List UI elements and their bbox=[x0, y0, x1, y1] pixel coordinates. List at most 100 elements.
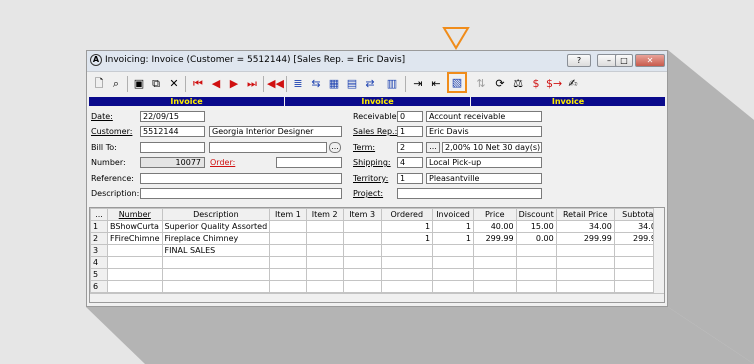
receivable-name-field[interactable]: Account receivable bbox=[426, 111, 542, 122]
table-cell[interactable] bbox=[380, 244, 434, 257]
table-cell[interactable]: 34.00 bbox=[555, 220, 615, 233]
export-icon[interactable]: ⇥ bbox=[410, 75, 426, 92]
table-cell[interactable] bbox=[305, 268, 344, 281]
table-row[interactable]: 3 FINAL SALES bbox=[90, 244, 664, 257]
column-header[interactable]: Discount bbox=[515, 208, 557, 221]
table-cell[interactable] bbox=[432, 256, 475, 269]
table-row[interactable]: 6 bbox=[90, 280, 664, 293]
table-cell[interactable] bbox=[555, 256, 615, 269]
table-cell[interactable] bbox=[342, 280, 382, 293]
table-cell[interactable] bbox=[269, 268, 307, 281]
link-icon[interactable]: ⇆ bbox=[308, 75, 324, 92]
table-cell[interactable]: 1 bbox=[380, 220, 434, 233]
table-cell[interactable] bbox=[305, 232, 344, 245]
column-header[interactable]: Number bbox=[106, 208, 163, 221]
table-row[interactable]: 4 bbox=[90, 256, 664, 269]
table-cell[interactable]: Fireplace Chimney bbox=[161, 232, 271, 245]
billto-lookup-button[interactable]: ... bbox=[329, 142, 341, 153]
customer-name-field[interactable]: Georgia Interior Designer bbox=[209, 126, 342, 137]
sign-icon[interactable]: ✍ bbox=[565, 75, 581, 92]
table-cell[interactable]: 1 bbox=[432, 220, 475, 233]
table-cell[interactable] bbox=[305, 220, 344, 233]
table-cell[interactable] bbox=[515, 256, 557, 269]
column-header[interactable]: ... bbox=[90, 208, 108, 221]
table-cell[interactable] bbox=[380, 280, 434, 293]
table-cell[interactable]: 1 bbox=[380, 232, 434, 245]
shipping-name-field[interactable]: Local Pick-up bbox=[426, 157, 542, 168]
row-number-cell[interactable]: 4 bbox=[90, 256, 108, 269]
table-cell[interactable] bbox=[473, 244, 517, 257]
table-cell[interactable] bbox=[269, 232, 307, 245]
column-header[interactable]: Item 2 bbox=[305, 208, 344, 221]
table-cell[interactable] bbox=[342, 256, 382, 269]
project-field[interactable] bbox=[397, 188, 542, 199]
previous-record-icon[interactable]: ◀ bbox=[208, 75, 224, 92]
table-cell[interactable] bbox=[380, 268, 434, 281]
receivable-code-field[interactable]: 0 bbox=[397, 111, 423, 122]
transfer-icon[interactable]: ⇄ bbox=[362, 75, 378, 92]
doc-dollar-icon[interactable]: $ bbox=[528, 75, 544, 92]
order-label[interactable]: Order: bbox=[210, 157, 235, 168]
column-header[interactable]: Description bbox=[161, 208, 271, 221]
table-row[interactable]: 1 BShowCurta Superior Quality Assorted 1 1 40… bbox=[90, 220, 664, 233]
table-cell[interactable] bbox=[432, 244, 475, 257]
table-row[interactable]: 2 FFireChimne Fireplace Chimney 1 1 299.99 0.0… bbox=[90, 232, 664, 245]
shipping-code-field[interactable]: 4 bbox=[397, 157, 423, 168]
report-icon[interactable]: ▥ bbox=[384, 75, 400, 92]
rewind-icon[interactable]: ◀◀ bbox=[267, 75, 284, 92]
term-lookup-button[interactable]: ... bbox=[426, 142, 440, 153]
billto-name-field[interactable] bbox=[209, 142, 327, 153]
territory-name-field[interactable]: Pleasantville bbox=[426, 173, 542, 184]
table-cell[interactable]: FINAL SALES bbox=[161, 244, 271, 257]
find-icon[interactable]: ⌕ bbox=[108, 75, 124, 92]
row-number-cell[interactable]: 1 bbox=[90, 220, 108, 233]
dollar-arrow-icon[interactable]: $→ bbox=[546, 75, 562, 92]
table-cell[interactable]: 15.00 bbox=[515, 220, 557, 233]
refresh-icon[interactable]: ⟳ bbox=[492, 75, 508, 92]
table-cell[interactable] bbox=[269, 244, 307, 257]
billto-code-field[interactable] bbox=[140, 142, 205, 153]
column-header[interactable]: Item 1 bbox=[269, 208, 307, 221]
table-cell[interactable] bbox=[161, 280, 271, 293]
first-record-icon[interactable]: ⏮ bbox=[190, 75, 206, 92]
term-name-field[interactable]: 2,00% 10 Net 30 day(s) bbox=[442, 142, 542, 153]
horizontal-scrollbar[interactable] bbox=[90, 293, 664, 302]
new-doc-icon[interactable]: 🗋 bbox=[91, 75, 107, 92]
table-cell[interactable]: 0.00 bbox=[515, 232, 557, 245]
territory-code-field[interactable]: 1 bbox=[397, 173, 423, 184]
table-cell[interactable]: BShowCurta bbox=[106, 220, 163, 233]
table-cell[interactable] bbox=[432, 280, 475, 293]
delete-icon[interactable]: ✕ bbox=[166, 75, 182, 92]
table-cell[interactable] bbox=[473, 268, 517, 281]
table-cell[interactable] bbox=[380, 256, 434, 269]
table-row[interactable]: 5 bbox=[90, 268, 664, 281]
order-field[interactable] bbox=[276, 157, 342, 168]
row-number-cell[interactable]: 5 bbox=[90, 268, 108, 281]
date-field[interactable]: 22/09/15 bbox=[140, 111, 205, 122]
table-cell[interactable] bbox=[269, 256, 307, 269]
table-cell[interactable] bbox=[555, 268, 615, 281]
save-icon[interactable]: ▣ bbox=[131, 75, 147, 92]
table-cell[interactable] bbox=[342, 244, 382, 257]
grid-highlight-icon[interactable]: ▧ bbox=[447, 72, 467, 93]
table-cell[interactable]: 299.99 bbox=[555, 232, 615, 245]
table-cell[interactable] bbox=[161, 256, 271, 269]
table-cell[interactable]: FFireChimne bbox=[106, 232, 163, 245]
column-header[interactable]: Ordered bbox=[380, 208, 434, 221]
list-icon[interactable]: ≣ bbox=[290, 75, 306, 92]
table-cell[interactable] bbox=[515, 244, 557, 257]
column-header[interactable]: Item 3 bbox=[342, 208, 382, 221]
term-code-field[interactable]: 2 bbox=[397, 142, 423, 153]
salesrep-name-field[interactable]: Eric Davis bbox=[426, 126, 542, 137]
doc-icon[interactable]: ▤ bbox=[344, 75, 360, 92]
table-icon[interactable]: ▦ bbox=[326, 75, 342, 92]
description-field[interactable] bbox=[140, 188, 342, 199]
table-cell[interactable] bbox=[106, 268, 163, 281]
salesrep-code-field[interactable]: 1 bbox=[397, 126, 423, 137]
table-cell[interactable] bbox=[515, 280, 557, 293]
table-cell[interactable] bbox=[515, 268, 557, 281]
row-number-cell[interactable]: 3 bbox=[90, 244, 108, 257]
copy-icon[interactable]: ⧉ bbox=[148, 75, 164, 92]
table-cell[interactable]: 299.99 bbox=[473, 232, 517, 245]
table-cell[interactable] bbox=[161, 268, 271, 281]
